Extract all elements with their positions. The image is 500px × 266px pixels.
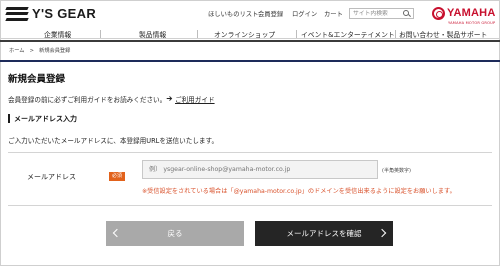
back-button[interactable]: 戻る xyxy=(106,221,244,246)
nav-divider xyxy=(296,30,297,38)
nav-item-support[interactable]: お問い合わせ・製品サポート xyxy=(399,29,487,39)
wishlist-link[interactable]: ほしいものリスト xyxy=(208,9,258,18)
email-label: メールアドレス xyxy=(27,173,76,181)
ysgear-logo-text: Y'S GEAR xyxy=(32,6,97,21)
ysgear-logo[interactable]: Y'S GEAR xyxy=(5,6,97,21)
section-title: メールアドレス入力 xyxy=(14,115,77,123)
yamaha-emblem-icon xyxy=(432,7,445,20)
register-link[interactable]: 会員登録 xyxy=(258,9,283,18)
nav-item-online-shop[interactable]: オンラインショップ xyxy=(214,29,275,39)
ysgear-logo-mark xyxy=(5,6,29,21)
nav-divider xyxy=(395,30,396,38)
intro-text: 会員登録の前に必ずご利用ガイドをお読みください。 xyxy=(8,96,167,104)
nav-item-events[interactable]: イベント&エンターテイメント xyxy=(301,29,395,39)
confirm-email-button[interactable]: メールアドレスを確認 xyxy=(255,221,393,246)
search-icon[interactable] xyxy=(403,10,409,16)
domain-warning: ※受信設定をされている場合は「@yamaha-motor.co.jp」のドメイン… xyxy=(142,188,456,195)
email-field[interactable] xyxy=(142,160,378,179)
nav-item-products[interactable]: 製品情報 xyxy=(139,29,166,39)
guide-link[interactable]: ご利用ガイド xyxy=(175,94,215,104)
email-hint: (半角英数字) xyxy=(382,168,411,174)
cart-link[interactable]: カート xyxy=(324,9,343,18)
breadcrumb[interactable]: ホーム > 新規会員登録 xyxy=(9,47,70,54)
nav-divider xyxy=(100,30,101,38)
global-nav: 企業情報 製品情報 オンラインショップ イベント&エンターテイメント お問い合わ… xyxy=(0,28,500,39)
arrow-right-icon xyxy=(166,96,173,101)
section-marker xyxy=(8,114,10,123)
nav-divider xyxy=(197,30,198,38)
required-badge: 必須 xyxy=(109,172,125,181)
form-bottom-border xyxy=(8,205,492,206)
back-button-label: 戻る xyxy=(167,229,183,238)
breadcrumb-divider xyxy=(0,60,500,62)
page-title: 新規会員登録 xyxy=(8,74,66,85)
confirm-email-button-label: メールアドレスを確認 xyxy=(286,229,362,238)
yamaha-logo[interactable]: YAMAHA YAMAHA MOTOR GROUP xyxy=(432,5,496,27)
yamaha-logo-text: YAMAHA xyxy=(447,7,496,19)
nav-item-company[interactable]: 企業情報 xyxy=(44,29,71,39)
login-link[interactable]: ログイン xyxy=(292,9,317,18)
yamaha-logo-subtext: YAMAHA MOTOR GROUP xyxy=(448,21,496,25)
nav-underline xyxy=(0,40,500,42)
section-description: ご入力いただいたメールアドレスに、本登録用URLを送信いたします。 xyxy=(8,137,219,145)
